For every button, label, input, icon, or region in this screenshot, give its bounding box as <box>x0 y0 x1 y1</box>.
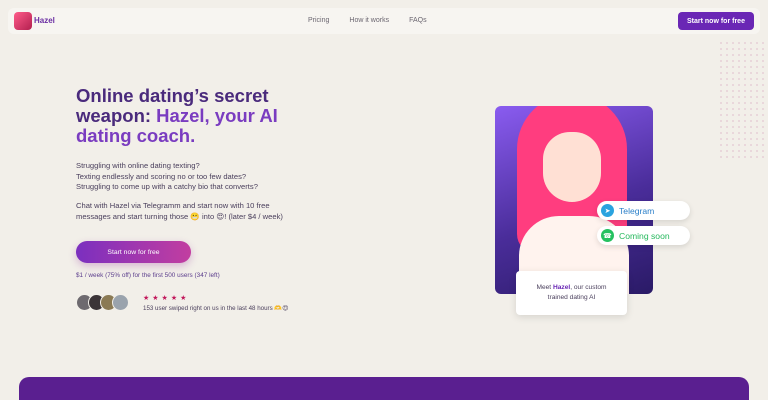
nav-how-it-works[interactable]: How it works <box>349 17 389 24</box>
offer-line: Chat with Hazel via Telegramm and start … <box>76 201 270 210</box>
whatsapp-pill: ☎ Coming soon <box>597 226 690 245</box>
start-free-button-hero[interactable]: Start now for free <box>76 241 191 263</box>
decorative-dots <box>718 40 768 160</box>
nav-pricing[interactable]: Pricing <box>308 17 329 24</box>
nav-links: Pricing How it works FAQs <box>308 17 447 24</box>
meet-line2: trained dating AI <box>547 294 596 301</box>
start-free-button-nav[interactable]: Start now for free <box>678 12 754 30</box>
pain-point: Texting endlessly and scoring no or too … <box>76 171 247 181</box>
telegram-label: Telegram <box>619 205 655 216</box>
bottom-section <box>19 377 749 400</box>
pain-point: Struggling to come up with a catchy bio … <box>76 182 258 191</box>
top-nav: Hazel Pricing How it works FAQs Start no… <box>8 8 760 34</box>
meet-pre: Meet <box>536 284 553 291</box>
hero-title-line1: Online dating’s secret <box>76 85 269 106</box>
social-proof: 153 user swiped right on us in the last … <box>143 305 289 312</box>
whatsapp-label: Coming soon <box>619 230 670 241</box>
illustration-face <box>543 132 601 202</box>
hero-title-highlight: Hazel, your AI <box>156 105 278 126</box>
meet-name: Hazel <box>552 284 571 291</box>
rating-stars: ★★★★★ <box>143 295 190 302</box>
hero-title-weapon: weapon: <box>76 105 157 126</box>
whatsapp-icon: ☎ <box>601 229 614 242</box>
brand-logo[interactable] <box>14 12 32 30</box>
meet-line1: Meet Hazel, our custom <box>516 283 627 293</box>
brand-name[interactable]: Hazel <box>34 16 55 25</box>
hero-title-line3: dating coach. <box>76 125 196 146</box>
hazel-illustration <box>495 106 653 294</box>
telegram-pill[interactable]: ➤ Telegram <box>597 201 690 220</box>
avatar <box>112 294 129 311</box>
price-note: $1 / week (75% off) for the first 500 us… <box>76 272 220 279</box>
telegram-icon: ➤ <box>601 204 614 217</box>
user-avatars <box>76 294 129 311</box>
offer-line: messages and start turning those 😬 into … <box>76 211 283 221</box>
meet-post: , our custom <box>570 284 607 291</box>
offer-text: Chat with Hazel via Telegramm and start … <box>76 201 316 222</box>
hero-title-line2: weapon: Hazel, your AI <box>76 106 316 126</box>
pain-points: Struggling with online dating texting? T… <box>76 161 316 193</box>
nav-faqs[interactable]: FAQs <box>409 17 427 24</box>
meet-hazel-card: Meet Hazel, our custom trained dating AI <box>516 271 627 315</box>
hero-title: Online dating’s secret weapon: Hazel, yo… <box>76 86 316 146</box>
pain-point: Struggling with online dating texting? <box>76 161 200 170</box>
